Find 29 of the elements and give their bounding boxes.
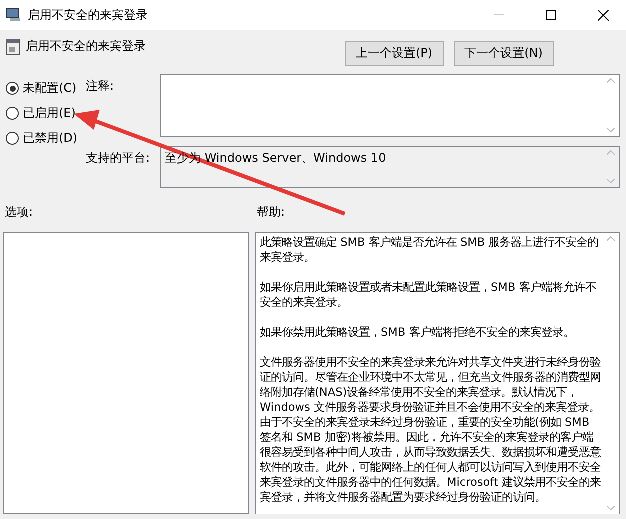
- scroll-down-icon[interactable]: [607, 506, 615, 511]
- scroll-up-icon[interactable]: [607, 150, 615, 155]
- help-text: 文件服务器使用不安全的来宾登录来允许对共享文件夹进行未经身份验证的访问。尽管在企业环境中不太常见，但充当文件服务器的消费型网络附加存储(NAS)设备经常使用不安全的来宾登录。默认情况下，Windows 文件服务器要求身份验证并且不会使用不安全的来宾登录。由于不安全的来宾登录未经过身份验证，重要的安全功能(例如 SMB 签名和 SMB 加密)将被禁用。因此，允许不安全的来宾登录的客户端很容易受到各种中间人攻击，从而导致数据丢失、数据损坏和遭受恶意软件的攻击。此外，可能网络上的任何人都可以访问写入到使用不安全来宾登录的文件服务器中的任何数据。Microsoft 建议禁用不安全的来宾登录，并将文件服务器配置为要求经过身份验证的访问。: [260, 355, 601, 505]
- radio-label[interactable]: 已禁用(D): [23, 130, 78, 147]
- nav-button[interactable]: 下一个设置(N): [454, 41, 554, 66]
- policy-title: 启用不安全的来宾登录: [26, 38, 146, 55]
- field-label: 注释:: [86, 78, 116, 95]
- scroll-up-icon[interactable]: [607, 236, 615, 241]
- help-text: 此策略设置确定 SMB 客户端是否允许在 SMB 服务器上进行不安全的来宾登录。: [260, 235, 600, 265]
- section-label: 选项:: [5, 204, 34, 221]
- comment-field[interactable]: [160, 74, 620, 137]
- help-text: 如果你启用此策略设置或者未配置此策略设置，SMB 客户端将允许不安全的来宾登录。: [260, 280, 598, 310]
- field-label: 支持的平台:: [86, 150, 152, 167]
- scroll-down-icon[interactable]: [607, 179, 615, 184]
- close-icon[interactable]: [598, 10, 608, 20]
- nav-button[interactable]: 上一个设置(P): [345, 41, 444, 66]
- scroll-up-icon[interactable]: [607, 78, 615, 83]
- radio-label[interactable]: 未配置(C): [23, 80, 77, 97]
- maximize-icon[interactable]: [546, 10, 556, 20]
- radio-button[interactable]: [6, 107, 19, 120]
- radio-label[interactable]: 已启用(E): [23, 105, 76, 122]
- help-text: 如果你禁用此策略设置，SMB 客户端将拒绝不安全的来宾登录。: [260, 325, 576, 340]
- radio-button[interactable]: [6, 82, 19, 95]
- policy-icon: [6, 38, 20, 54]
- window-title: 启用不安全的来宾登录: [28, 6, 149, 24]
- policy-icon: [6, 8, 22, 22]
- section-label: 帮助:: [257, 204, 286, 221]
- scroll-down-icon[interactable]: [607, 128, 615, 133]
- radio-button[interactable]: [6, 132, 19, 145]
